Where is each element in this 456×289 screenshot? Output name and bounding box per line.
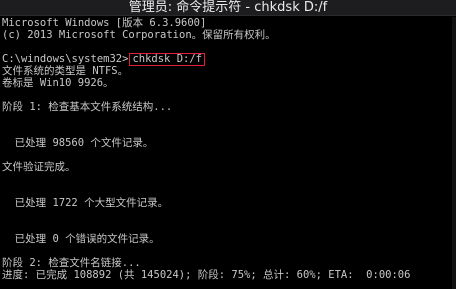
window-title: 管理员: 命令提示符 - chkdsk D:/f bbox=[128, 0, 328, 15]
console-line: 阶段 1: 检查基本文件系统结构... bbox=[2, 101, 173, 113]
prompt-text: C:\windows\system32> bbox=[2, 53, 129, 65]
console-line: 已处理 98560 个文件记录。 bbox=[2, 137, 154, 149]
console-line: (c) 2013 Microsoft Corporation。保留所有权利。 bbox=[2, 29, 276, 41]
console-line: 已处理 0 个错误的文件记录。 bbox=[2, 233, 160, 245]
console-line: 已处理 1722 个大型文件记录。 bbox=[2, 197, 169, 209]
console-line: 卷标是 Win10 9926。 bbox=[2, 77, 114, 89]
console-line: 文件验证完成。 bbox=[2, 161, 76, 173]
progress-line: 进度: 已完成 108892 (共 145024); 阶段: 75%; 总计: … bbox=[2, 269, 411, 281]
scrollbar[interactable] bbox=[452, 17, 456, 289]
console-output[interactable]: Microsoft Windows [版本 6.3.9600] (c) 2013… bbox=[0, 17, 456, 289]
title-bar: 管理员: 命令提示符 - chkdsk D:/f bbox=[0, 0, 456, 16]
highlighted-command: chkdsk D:/f bbox=[129, 53, 205, 66]
